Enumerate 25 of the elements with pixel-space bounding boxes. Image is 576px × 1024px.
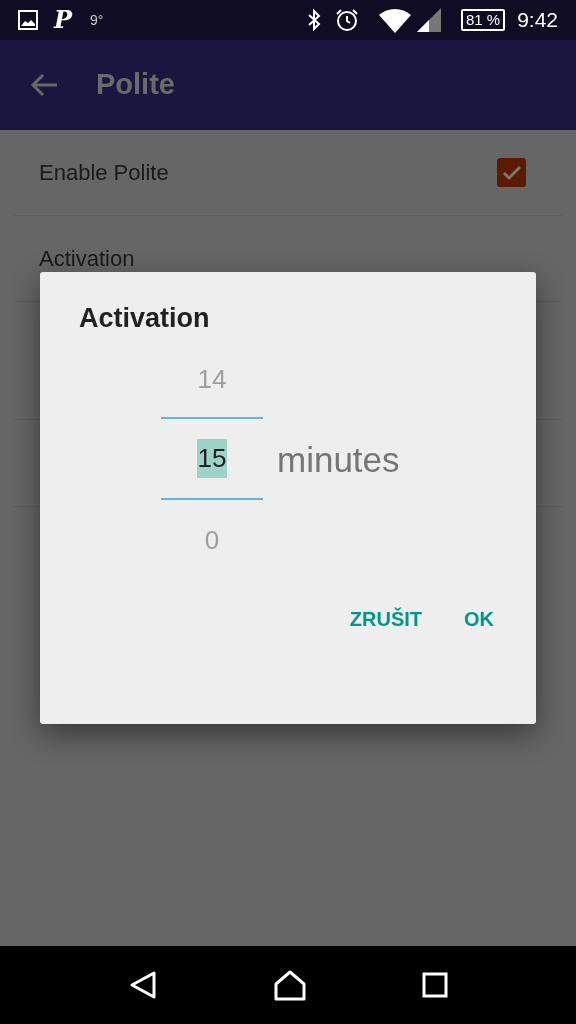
- next-value[interactable]: 0: [204, 509, 220, 572]
- dialog-title: Activation: [79, 302, 211, 335]
- app-letter: P: [54, 8, 73, 32]
- recents-icon[interactable]: [422, 972, 449, 998]
- alarm-clock-icon: [334, 8, 359, 32]
- clock-time: 9:42: [517, 7, 558, 34]
- selected-value[interactable]: 15: [196, 438, 228, 478]
- check-icon: [501, 164, 522, 181]
- gallery-icon: [18, 10, 38, 30]
- dialog-button[interactable]: ZRUŠIT: [337, 593, 434, 644]
- previous-value[interactable]: 14: [197, 348, 227, 411]
- home-icon[interactable]: [273, 969, 307, 1001]
- temperature: 9°: [90, 10, 104, 30]
- checkbox[interactable]: [497, 158, 526, 187]
- back-arrow-icon[interactable]: [30, 73, 58, 97]
- bluetooth-icon: [306, 8, 321, 32]
- dialog-button[interactable]: OK: [452, 593, 506, 644]
- screen-title: Polite: [96, 67, 175, 103]
- back-icon[interactable]: [127, 970, 158, 1000]
- setting-label: Activation: [39, 245, 136, 273]
- signal-icon: [416, 8, 441, 32]
- wifi-icon: [378, 7, 411, 33]
- battery-indicator: 81 %: [460, 9, 506, 31]
- setting-label: Enable Polite: [39, 159, 170, 187]
- unit-label: minutes: [277, 438, 400, 481]
